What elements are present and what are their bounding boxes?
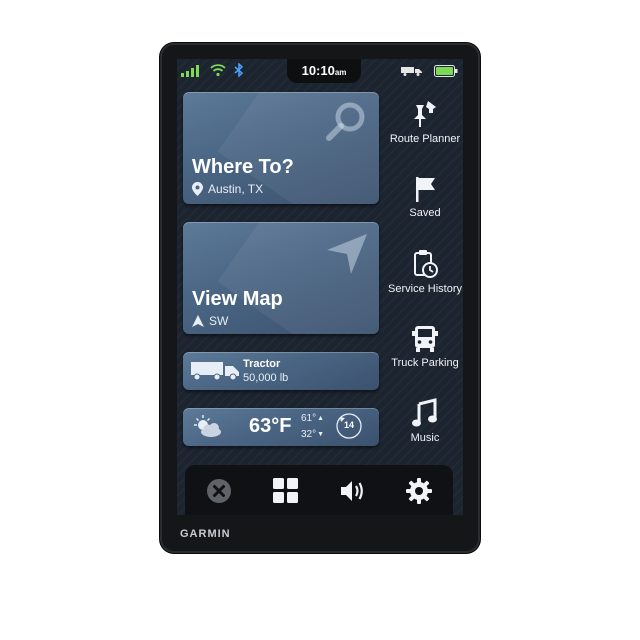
clock: 10:10am xyxy=(287,59,361,83)
close-button[interactable] xyxy=(205,477,233,505)
vehicle-name: Tractor xyxy=(243,358,281,370)
view-map-title: View Map xyxy=(192,288,283,310)
rail-item-saved[interactable]: Saved xyxy=(382,175,463,219)
battery-icon xyxy=(434,65,458,77)
close-icon xyxy=(207,479,231,503)
volume-icon xyxy=(341,481,363,501)
partly-cloudy-icon xyxy=(194,415,221,437)
route-planner-icon xyxy=(414,101,436,127)
arrow-up-icon: ▲ xyxy=(317,415,325,422)
truck-trailer-icon xyxy=(191,362,239,381)
flag-icon xyxy=(416,177,435,202)
vehicle-profile-icon xyxy=(401,67,422,76)
low-temperature: 32° ▼ xyxy=(301,429,325,440)
volume-button[interactable] xyxy=(338,477,366,505)
wind-speed: 14 xyxy=(343,420,354,430)
vehicle-weight: 50,000 lb xyxy=(243,372,289,384)
apps-button[interactable] xyxy=(272,477,300,505)
bluetooth-icon xyxy=(234,63,244,77)
weather-card[interactable]: 63°F 61° ▲ 32° ▼ 14 xyxy=(183,408,379,446)
navigation-arrow-icon xyxy=(327,234,367,274)
wind-gauge: 14 xyxy=(335,412,363,440)
rail-item-truck-parking[interactable]: Truck Parking xyxy=(382,323,463,369)
rail-item-service-history[interactable]: Service History xyxy=(382,249,463,295)
settings-button[interactable] xyxy=(405,477,433,505)
heading-indicator: SW xyxy=(192,314,228,328)
current-temperature: 63°F xyxy=(249,415,292,437)
music-note-icon xyxy=(412,398,437,427)
gear-icon xyxy=(406,478,432,504)
where-to-title: Where To? xyxy=(192,156,294,178)
high-temperature: 61° ▲ xyxy=(301,413,325,424)
wifi-icon xyxy=(210,64,226,77)
view-map-card[interactable]: View Map SW xyxy=(183,222,379,334)
vehicle-profile-card[interactable]: Tractor 50,000 lb xyxy=(183,352,379,390)
rail-item-route-planner[interactable]: Route Planner xyxy=(382,101,463,145)
truck-icon xyxy=(412,326,438,352)
location-pin-icon xyxy=(192,182,203,196)
device-screen: 10:10am Where To? Austin, TX View Map SW… xyxy=(177,59,463,515)
apps-grid-icon xyxy=(273,478,298,503)
bottom-dock xyxy=(185,465,453,515)
brand-logo: GARMIN xyxy=(180,528,231,540)
search-icon xyxy=(326,102,365,141)
current-location: Austin, TX xyxy=(192,182,263,196)
where-to-card[interactable]: Where To? Austin, TX xyxy=(183,92,379,204)
heading-arrow-icon xyxy=(192,315,204,327)
status-bar: 10:10am xyxy=(177,59,463,83)
arrow-down-icon: ▼ xyxy=(317,431,325,438)
rail-item-music[interactable]: Music xyxy=(382,398,463,444)
service-history-icon xyxy=(414,250,438,278)
signal-strength-icon xyxy=(181,65,199,77)
